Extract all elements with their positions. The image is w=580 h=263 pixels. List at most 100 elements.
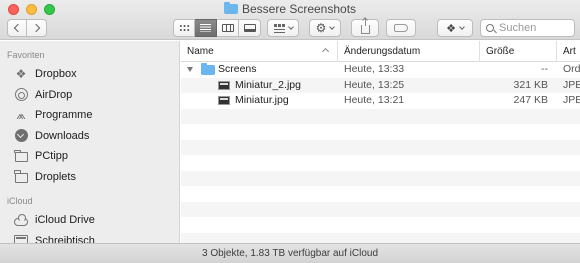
- sidebar-item-label: Downloads: [35, 129, 90, 142]
- forward-button[interactable]: [27, 19, 47, 37]
- rows: Screens Heute, 13:33 -- Ord Miniatur_2.j…: [181, 62, 580, 243]
- folder-icon: [223, 2, 238, 14]
- sidebar-item-label: Schreibtisch: [35, 234, 95, 243]
- image-file-icon: [218, 96, 230, 105]
- sidebar-item-label: PCtipp: [35, 150, 69, 163]
- share-button[interactable]: [351, 18, 379, 37]
- chevron-down-icon: [329, 23, 336, 30]
- disclosure-triangle-icon[interactable]: [187, 67, 193, 72]
- empty-row: [181, 201, 580, 217]
- file-kind: JPE: [563, 94, 580, 106]
- sidebar-item-label: Droplets: [35, 170, 76, 183]
- folder-icon: [201, 63, 215, 75]
- sidebar-item-dropbox[interactable]: ❖ Dropbox: [0, 64, 179, 85]
- tag-button[interactable]: [386, 19, 416, 37]
- chevron-left-icon: [13, 23, 23, 33]
- finder-window: Bessere Screenshots ⚙ ❖ Suchen Favoriten…: [0, 0, 580, 263]
- chevron-down-icon: [287, 23, 294, 30]
- sidebar-heading-icloud: iCloud: [7, 196, 33, 206]
- column-header-name[interactable]: Name: [181, 41, 338, 62]
- sidebar-item-label: AirDrop: [35, 88, 73, 101]
- sidebar-item-label: iCloud Drive: [35, 214, 95, 227]
- column-header-label: Name: [187, 46, 214, 57]
- sidebar-item-airdrop[interactable]: AirDrop: [0, 85, 179, 106]
- group-button[interactable]: [267, 19, 299, 37]
- file-date: Heute, 13:25: [344, 78, 405, 91]
- search-placeholder: Suchen: [499, 22, 537, 34]
- back-button[interactable]: [7, 19, 27, 37]
- airdrop-icon: [14, 88, 28, 102]
- icon-view-button[interactable]: [173, 19, 195, 37]
- column-header-label: Größe: [486, 46, 515, 57]
- file-size: 321 KB: [513, 78, 548, 91]
- empty-row: [181, 155, 580, 171]
- window-title-area: Bessere Screenshots: [0, 2, 580, 16]
- gear-icon: ⚙: [315, 21, 327, 35]
- sidebar: Favoriten ❖ Dropbox AirDrop ⩕ Programme …: [0, 41, 180, 243]
- cover-flow-icon: [243, 24, 256, 32]
- file-kind: Ord: [563, 63, 580, 75]
- desktop-icon: [14, 234, 28, 243]
- file-size: 247 KB: [513, 94, 548, 106]
- sidebar-item-icloud-drive[interactable]: iCloud Drive: [0, 210, 179, 231]
- file-size: --: [541, 63, 548, 75]
- table-row[interactable]: Miniatur.jpg Heute, 13:21 247 KB JPE: [181, 93, 580, 109]
- window-title: Bessere Screenshots: [241, 2, 357, 16]
- image-file-icon: [218, 80, 230, 90]
- folder-icon: [14, 170, 28, 184]
- list-view-icon: [200, 24, 211, 32]
- list-view-button[interactable]: [195, 19, 217, 37]
- tag-icon: [394, 24, 408, 32]
- sidebar-item-droplets[interactable]: Droplets: [0, 167, 179, 188]
- search-icon: [486, 24, 494, 32]
- column-view-button[interactable]: [217, 19, 239, 37]
- view-mode-selector: [173, 19, 261, 37]
- empty-row: [181, 186, 580, 202]
- status-text: 3 Objekte, 1.83 TB verfügbar auf iCloud: [201, 248, 379, 259]
- applications-icon: ⩕: [16, 107, 26, 122]
- status-bar: 3 Objekte, 1.83 TB verfügbar auf iCloud: [0, 243, 580, 263]
- table-row[interactable]: Screens Heute, 13:33 -- Ord: [181, 62, 580, 78]
- cover-flow-button[interactable]: [239, 19, 261, 37]
- sidebar-item-downloads[interactable]: Downloads: [0, 126, 179, 147]
- cloud-icon: [14, 213, 28, 227]
- file-name: Miniatur_2.jpg: [235, 78, 301, 91]
- sidebar-item-programme[interactable]: ⩕ Programme: [0, 105, 179, 126]
- list-header: Name Änderungsdatum Größe Art: [181, 41, 580, 62]
- sidebar-item-pctipp[interactable]: PCtipp: [0, 146, 179, 167]
- column-header-label: Art: [563, 46, 576, 57]
- sidebar-heading-favorites: Favoriten: [7, 50, 45, 60]
- chevron-right-icon: [31, 23, 40, 33]
- column-header-kind[interactable]: Art: [557, 41, 580, 62]
- dropbox-button[interactable]: ❖: [437, 19, 473, 37]
- file-name: Miniatur.jpg: [235, 94, 289, 106]
- group-icon: [273, 23, 285, 33]
- search-field[interactable]: Suchen: [480, 19, 575, 37]
- sort-ascending-icon: [321, 47, 330, 56]
- file-name: Screens: [218, 63, 257, 75]
- icon-view-icon: [178, 24, 190, 32]
- sidebar-item-label: Dropbox: [35, 68, 77, 81]
- column-view-icon: [221, 24, 234, 32]
- column-header-size[interactable]: Größe: [480, 41, 557, 62]
- column-header-date[interactable]: Änderungsdatum: [338, 41, 480, 62]
- action-button[interactable]: ⚙: [309, 19, 341, 37]
- sidebar-item-schreibtisch[interactable]: Schreibtisch: [0, 231, 179, 243]
- file-kind: JPE: [563, 78, 580, 91]
- dropbox-icon: ❖: [446, 22, 456, 35]
- title-bar: Bessere Screenshots ⚙ ❖ Suchen: [0, 0, 580, 40]
- column-header-label: Änderungsdatum: [344, 46, 421, 57]
- dropbox-icon: ❖: [15, 67, 27, 82]
- sidebar-item-label: Programme: [35, 109, 93, 122]
- file-date: Heute, 13:33: [344, 63, 405, 75]
- folder-icon: [14, 149, 28, 163]
- table-row[interactable]: Miniatur_2.jpg Heute, 13:25 321 KB JPE: [181, 77, 580, 93]
- file-date: Heute, 13:21: [344, 94, 405, 106]
- empty-row: [181, 217, 580, 233]
- empty-row: [181, 108, 580, 124]
- empty-row: [181, 232, 580, 243]
- share-icon: [360, 18, 370, 34]
- empty-row: [181, 139, 580, 155]
- file-list: Name Änderungsdatum Größe Art Screens He…: [181, 41, 580, 243]
- download-icon: [14, 129, 28, 143]
